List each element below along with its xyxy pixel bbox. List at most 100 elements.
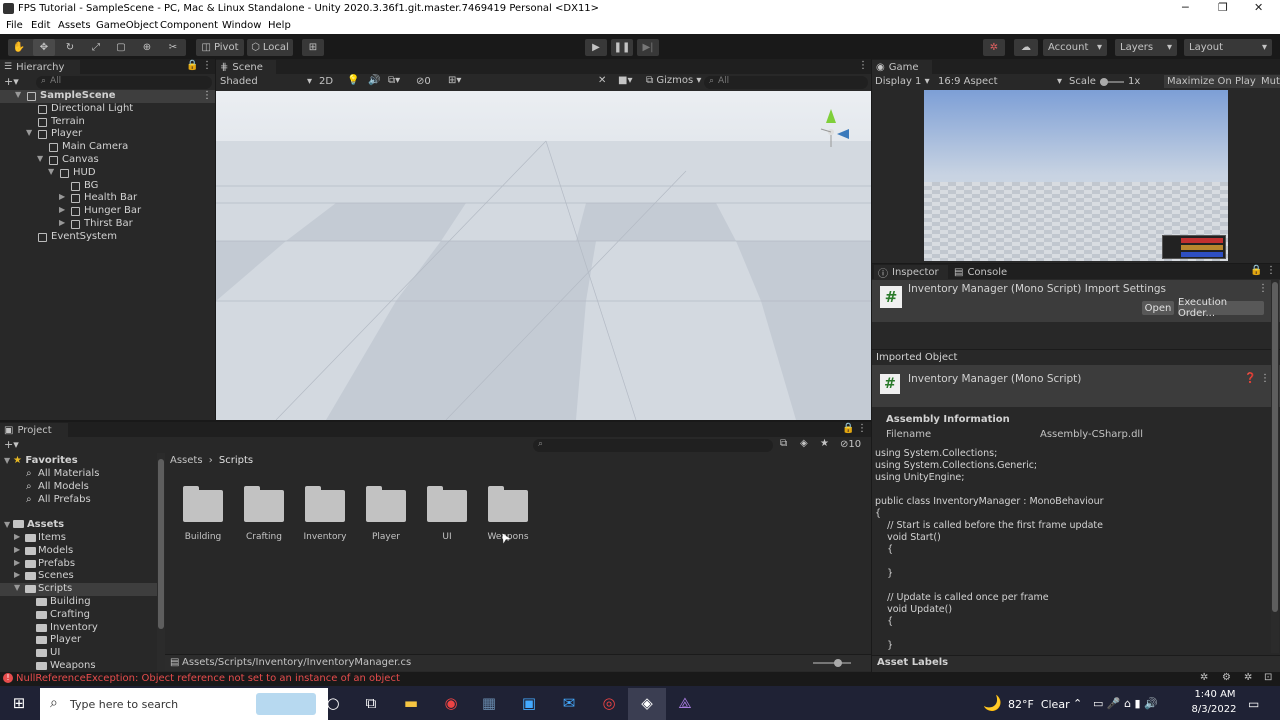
move-tool-icon[interactable]: ✥ <box>33 39 55 56</box>
cortana-icon[interactable]: ○ <box>322 693 344 713</box>
asset-folder-item[interactable]: ▶ Items <box>0 532 157 545</box>
scripts-subfolder-item[interactable]: Player <box>0 634 157 647</box>
visual-studio-icon[interactable]: ⟁ <box>674 693 696 713</box>
hierarchy-item[interactable]: Terrain <box>0 116 215 129</box>
taskbar-search-box[interactable]: ⌕ Type here to search <box>40 688 328 720</box>
tab-project[interactable]: ▣ Project <box>0 423 68 437</box>
folder-tile[interactable]: Crafting <box>232 484 296 544</box>
asset-folder-item[interactable]: ▼ Scripts <box>0 583 157 597</box>
app-icon[interactable]: ▦ <box>478 693 500 713</box>
search-by-label-icon[interactable]: ◈ <box>800 438 808 449</box>
inspector-scrollbar[interactable] <box>1271 280 1279 653</box>
tools-icon[interactable]: ✕ <box>598 75 606 86</box>
scripts-subfolder-item[interactable]: Building <box>0 596 157 609</box>
aspect-dropdown[interactable]: 16:9 Aspect ▾ <box>938 76 1062 87</box>
expand-arrow-icon[interactable]: ▶ <box>14 558 20 567</box>
collapse-arrow-icon[interactable]: ▼ <box>15 90 21 99</box>
expand-arrow-icon[interactable]: ▶ <box>59 192 65 201</box>
rect-tool-icon[interactable]: ▢ <box>110 39 132 56</box>
expand-arrow-icon[interactable]: ▶ <box>59 218 65 227</box>
folder-tile[interactable]: Inventory <box>293 484 357 544</box>
hierarchy-item[interactable]: ▶ Health Bar <box>0 192 215 205</box>
maximize-icon[interactable]: ❐ <box>1218 1 1228 14</box>
scale-tool-icon[interactable]: ⤢ <box>85 39 107 56</box>
local-toggle[interactable]: ⬡ Local <box>247 39 293 56</box>
cloud-icon[interactable]: ☁ <box>1014 39 1038 56</box>
hierarchy-item[interactable]: Directional Light <box>0 103 215 116</box>
layers-dropdown[interactable]: Layers ▾ <box>1115 39 1177 56</box>
scene-search[interactable]: ⌕ All <box>704 76 868 89</box>
camera-icon[interactable]: ■▾ <box>618 75 632 86</box>
transform-tool-icon[interactable]: ⊕ <box>136 39 158 56</box>
hierarchy-item[interactable]: BG <box>0 180 215 193</box>
scale-slider-thumb[interactable] <box>1100 78 1108 86</box>
lock-icon[interactable]: 🔒 <box>186 60 198 71</box>
execution-order-button[interactable]: Execution Order... <box>1178 297 1264 319</box>
collab-icon[interactable]: ✲ <box>983 39 1005 56</box>
shading-mode-dropdown[interactable]: Shaded ▾ <box>220 76 312 87</box>
expand-arrow-icon[interactable]: ▶ <box>59 205 65 214</box>
scene-kebab-icon[interactable]: ⋮ <box>858 60 868 71</box>
scripts-subfolder-item[interactable]: Inventory <box>0 622 157 635</box>
breadcrumb-assets[interactable]: Assets <box>170 455 203 466</box>
mute-toggle[interactable]: Mute <box>1258 75 1280 88</box>
favorite-item[interactable]: ⌕ All Prefabs <box>0 494 157 507</box>
icon-size-thumb[interactable] <box>834 659 842 667</box>
favorite-star-icon[interactable]: ★ <box>820 438 829 449</box>
tab-console[interactable]: ▤ Console <box>950 265 1014 279</box>
collapse-arrow-icon[interactable]: ▼ <box>26 128 32 137</box>
create-asset-button[interactable]: +▾ <box>4 438 19 451</box>
weather-icon[interactable]: 🌙 <box>983 694 1002 712</box>
script-kebab-icon[interactable]: ⋮ <box>1260 373 1270 384</box>
hierarchy-item[interactable]: ▼ Canvas <box>0 154 215 167</box>
project-kebab-icon[interactable]: ⋮ <box>857 423 867 434</box>
grid-icon[interactable]: ⊞▾ <box>448 75 461 86</box>
kebab-menu-icon[interactable]: ⋮ <box>202 60 212 71</box>
assets-row[interactable]: ▼ Assets <box>0 519 157 532</box>
rotate-tool-icon[interactable]: ↻ <box>59 39 81 56</box>
tree-scroll-thumb[interactable] <box>158 459 164 629</box>
game-viewport[interactable] <box>924 90 1228 261</box>
favorite-item[interactable]: ⌕ All Materials <box>0 468 157 481</box>
file-explorer-icon[interactable]: ▬ <box>400 693 422 713</box>
hierarchy-item[interactable]: ▶ Thirst Bar <box>0 218 215 231</box>
grid-snap-icon[interactable]: ⊞ <box>302 39 324 56</box>
windows-start-icon[interactable]: ⊞ <box>8 693 30 713</box>
help-icon[interactable]: ❓ <box>1244 373 1256 384</box>
menu-help[interactable]: Help <box>268 20 291 31</box>
tab-inspector[interactable]: ⓘ Inspector <box>874 265 948 280</box>
progress-icon[interactable]: ✲ <box>1200 672 1208 683</box>
favorites-row[interactable]: ▼ ★ Favorites <box>0 455 157 468</box>
debug-icon[interactable]: ✲ <box>1244 672 1252 683</box>
notification-icon[interactable]: ▭ <box>1248 697 1259 711</box>
hierarchy-item[interactable]: EventSystem <box>0 231 215 244</box>
expand-arrow-icon[interactable]: ▶ <box>14 532 20 541</box>
lighting-icon[interactable]: 💡 <box>347 75 359 86</box>
unity-taskbar-icon[interactable]: ◈ <box>636 693 658 713</box>
scene-viewport[interactable] <box>216 91 871 420</box>
inspector-scroll-thumb[interactable] <box>1272 282 1278 612</box>
collapse-arrow-icon[interactable]: ▼ <box>14 583 20 592</box>
breadcrumb-scripts[interactable]: Scripts <box>219 455 253 466</box>
folder-tile[interactable]: UI <box>415 484 479 544</box>
weather-text[interactable]: 82°F Clear <box>1008 698 1070 711</box>
project-search[interactable]: ⌕ <box>533 439 773 452</box>
menu-assets[interactable]: Assets <box>58 20 91 31</box>
effects-icon[interactable]: ⧉▾ <box>388 75 400 86</box>
inspector-lock-icon[interactable]: 🔒 <box>1250 265 1262 276</box>
hierarchy-item[interactable]: ▼ HUD <box>0 167 215 180</box>
asset-labels-label[interactable]: Asset Labels <box>877 657 948 668</box>
layout-dropdown[interactable]: Layout ▾ <box>1184 39 1272 56</box>
mail-icon[interactable]: ✉ <box>558 693 580 713</box>
folder-tile[interactable]: Building <box>171 484 235 544</box>
display-dropdown[interactable]: Display 1 ▾ <box>875 76 930 87</box>
collapse-arrow-icon[interactable]: ▼ <box>48 167 54 176</box>
error-message[interactable]: NullReferenceException: Object reference… <box>16 673 400 684</box>
obs-icon[interactable]: ◎ <box>598 693 620 713</box>
hierarchy-search[interactable]: ⌕ All <box>36 76 212 89</box>
hierarchy-item[interactable]: ▼ Player <box>0 128 215 141</box>
task-view-icon[interactable]: ⧉ <box>360 693 382 713</box>
hidden-objects-toggle[interactable]: ⊘0 <box>416 76 431 87</box>
open-button[interactable]: Open <box>1142 301 1174 315</box>
2d-toggle[interactable]: 2D <box>319 76 333 87</box>
